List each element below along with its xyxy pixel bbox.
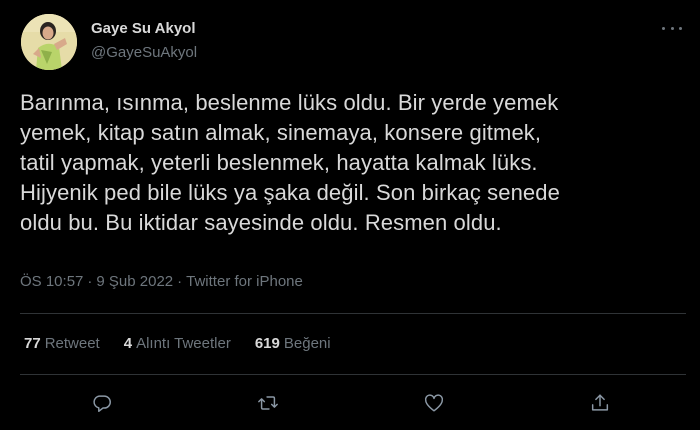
tweet-meta: ÖS 10:57 · 9 Şub 2022 · Twitter for iPho… [20, 273, 303, 290]
retweets-stat[interactable]: 77 Retweet [24, 335, 100, 352]
tweet-time[interactable]: ÖS 10:57 [20, 273, 83, 290]
display-name[interactable]: Gaye Su Akyol [91, 20, 197, 38]
likes-count: 619 [254, 335, 280, 352]
meta-separator: · [177, 273, 183, 290]
action-bar [0, 390, 700, 416]
avatar[interactable] [21, 14, 77, 70]
retweets-count: 77 [24, 335, 41, 352]
divider [20, 374, 686, 375]
quotes-count: 4 [123, 335, 133, 352]
retweet-icon [258, 396, 278, 410]
tweet-text: Barınma, ısınma, beslenme lüks oldu. Bir… [20, 90, 560, 235]
heart-icon [424, 394, 444, 412]
quotes-label: Alıntı Tweetler [136, 335, 231, 352]
reply-button[interactable] [89, 390, 115, 416]
share-icon [591, 394, 609, 411]
quotes-stat[interactable]: 4 Alıntı Tweetler [124, 335, 231, 352]
tweet-stats: 77 Retweet 4 Alıntı Tweetler 619 Beğeni [24, 335, 355, 352]
divider [20, 313, 686, 314]
tweet-date[interactable]: 9 Şub 2022 [96, 273, 173, 290]
retweet-button[interactable] [255, 390, 281, 416]
user-handle[interactable]: @GayeSuAkyol [91, 44, 197, 62]
share-button[interactable] [587, 390, 613, 416]
tweet-source[interactable]: Twitter for iPhone [186, 273, 303, 290]
tweet-card: Gaye Su Akyol @GayeSuAkyol Barınma, ısın… [0, 0, 700, 430]
likes-stat[interactable]: 619 Beğeni [255, 335, 331, 352]
retweets-label: Retweet [44, 335, 100, 352]
reply-icon [93, 395, 111, 412]
profile-photo-icon [21, 14, 77, 70]
likes-label: Beğeni [283, 335, 331, 352]
like-button[interactable] [421, 390, 447, 416]
author-block: Gaye Su Akyol @GayeSuAkyol [91, 20, 197, 62]
more-options-icon[interactable] [662, 22, 682, 34]
meta-separator: · [87, 273, 93, 290]
